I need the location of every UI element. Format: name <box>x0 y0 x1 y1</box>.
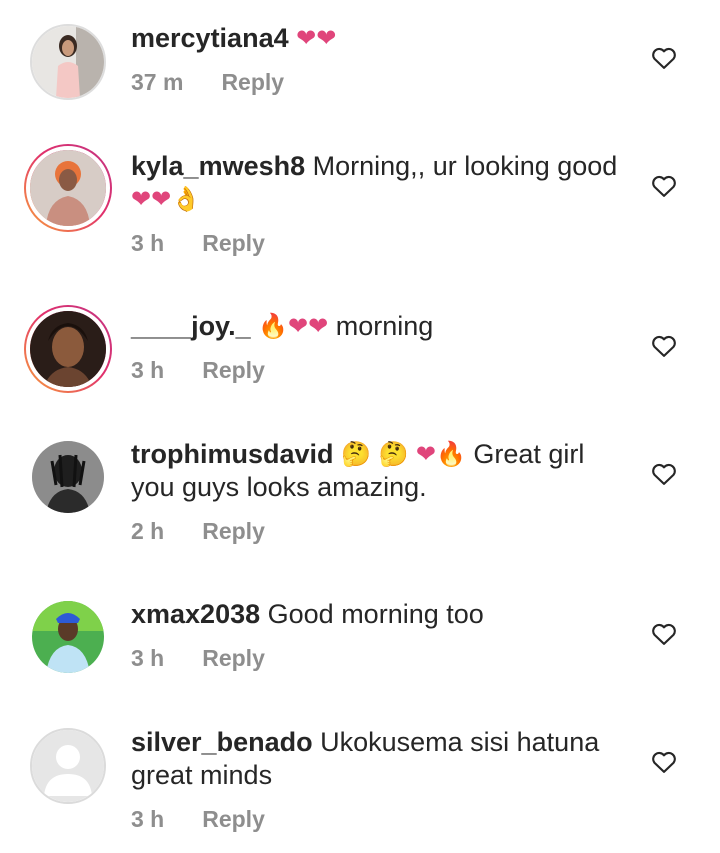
heart-emoji: ❤ <box>288 312 309 340</box>
avatar[interactable] <box>24 433 112 521</box>
heart-emoji: ❤ <box>415 440 436 468</box>
comment-username[interactable]: kyla_mwesh8 <box>131 151 305 181</box>
comment-username[interactable]: mercytiana4 <box>131 23 289 53</box>
comment-timestamp: 2 h <box>131 518 165 544</box>
heart-emoji: ❤ <box>296 24 317 52</box>
comment-text: xmax2038 Good morning too <box>131 598 631 631</box>
comment-meta: 3 h Reply <box>131 230 265 257</box>
heart-outline-icon <box>652 47 676 69</box>
thinking-face-emoji: 🤔 <box>378 440 409 468</box>
comment-username[interactable]: trophimusdavid <box>131 439 334 469</box>
reply-button[interactable]: Reply <box>202 230 265 256</box>
comment-text: ____joy._ 🔥❤❤ morning <box>131 310 631 343</box>
heart-outline-icon <box>652 463 676 485</box>
avatar-image <box>26 146 110 230</box>
avatar[interactable] <box>24 722 112 810</box>
like-button[interactable] <box>650 44 678 72</box>
thinking-face-emoji: 🤔 <box>341 440 371 468</box>
heart-emoji: ❤ <box>131 185 152 213</box>
avatar[interactable] <box>24 144 112 232</box>
like-button[interactable] <box>650 620 678 648</box>
heart-emoji: ❤ <box>308 312 329 340</box>
like-button[interactable] <box>650 460 678 488</box>
comment-meta: 37 m Reply <box>131 69 284 96</box>
avatar-image <box>30 24 106 100</box>
comment-username[interactable]: xmax2038 <box>131 599 260 629</box>
reply-button[interactable]: Reply <box>202 518 265 544</box>
comment-timestamp: 3 h <box>131 806 165 832</box>
fire-emoji: 🔥 <box>258 312 288 340</box>
comment-timestamp: 3 h <box>131 230 165 256</box>
comment-meta: 3 h Reply <box>131 645 265 672</box>
avatar-image <box>32 601 104 673</box>
fire-emoji: 🔥 <box>435 440 466 468</box>
like-button[interactable] <box>650 332 678 360</box>
avatar-image <box>26 307 110 391</box>
reply-button[interactable]: Reply <box>221 69 284 95</box>
comment-body: Good morning too <box>267 599 484 629</box>
comment-meta: 2 h Reply <box>131 518 265 545</box>
avatar[interactable] <box>24 305 112 393</box>
heart-emoji: ❤ <box>316 24 337 52</box>
like-button[interactable] <box>650 172 678 200</box>
reply-button[interactable]: Reply <box>202 357 265 383</box>
comment-body: morning <box>335 311 434 341</box>
comment-timestamp: 3 h <box>131 645 165 671</box>
reply-button[interactable]: Reply <box>202 645 265 671</box>
avatar[interactable] <box>24 593 112 681</box>
comment-text: trophimusdavid 🤔 🤔 ❤🔥 Great girl you guy… <box>131 438 631 504</box>
avatar[interactable] <box>24 18 112 106</box>
heart-outline-icon <box>652 335 676 357</box>
comment-username[interactable]: silver_benado <box>131 727 313 757</box>
heart-outline-icon <box>652 623 676 645</box>
heart-outline-icon <box>652 751 676 773</box>
comment-body: Morning,, ur looking good <box>312 151 618 181</box>
heart-emoji: ❤ <box>151 185 172 213</box>
default-avatar-icon <box>30 728 106 804</box>
comment-meta: 3 h Reply <box>131 806 265 833</box>
comment-meta: 3 h Reply <box>131 357 265 384</box>
comment-timestamp: 3 h <box>131 357 165 383</box>
heart-outline-icon <box>652 175 676 197</box>
comment-text: mercytiana4 ❤❤ <box>131 22 631 55</box>
comment-text: silver_benado Ukokusema sisi hatuna grea… <box>131 726 631 792</box>
reply-button[interactable]: Reply <box>202 806 265 832</box>
comment-username[interactable]: ____joy._ <box>131 311 251 341</box>
comment-timestamp: 37 m <box>131 69 184 95</box>
like-button[interactable] <box>650 748 678 776</box>
ok-hand-emoji: 👌 <box>171 185 202 213</box>
comment-text: kyla_mwesh8 Morning,, ur looking good❤❤👌 <box>131 150 631 216</box>
avatar-image <box>32 441 104 513</box>
